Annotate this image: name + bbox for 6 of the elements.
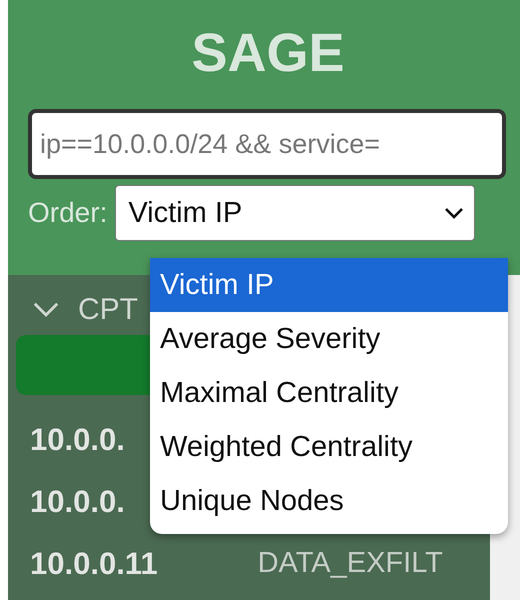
event-type: DATA_EXFILT — [258, 546, 443, 582]
ip-address: 10.0.0. — [30, 420, 125, 459]
order-label: Order: — [28, 196, 108, 230]
ip-address: 10.0.0.11 — [30, 544, 158, 583]
ip-address: 10.0.0. — [30, 482, 125, 521]
app-title: SAGE — [190, 24, 346, 84]
